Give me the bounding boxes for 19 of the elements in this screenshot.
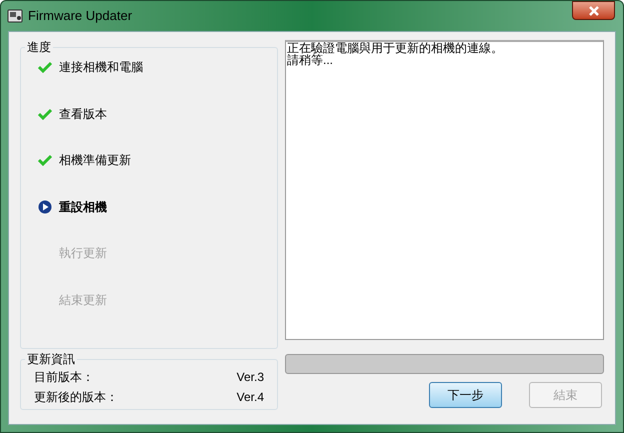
close-button[interactable] xyxy=(572,1,615,20)
info-label: 更新後的版本： xyxy=(34,390,118,404)
step-label: 相機準備更新 xyxy=(59,153,131,168)
step-label: 連接相機和電腦 xyxy=(59,60,143,74)
info-value: Ver.4 xyxy=(236,390,264,404)
step-label: 執行更新 xyxy=(59,246,107,260)
close-icon xyxy=(588,6,598,16)
info-label: 目前版本： xyxy=(34,370,94,384)
step-label: 結束更新 xyxy=(59,292,107,307)
step-label: 重設相機 xyxy=(59,200,107,214)
dialog-button[interactable]: 下一步 xyxy=(429,382,502,408)
info-value: Ver.3 xyxy=(236,370,264,384)
message-line: 請稍等... xyxy=(287,54,334,66)
step-label: 查看版本 xyxy=(59,106,107,121)
app-icon xyxy=(7,8,23,24)
window-title: Firmware Updater xyxy=(28,7,132,26)
message-line: 正在驗證電腦與用于更新的相機的連線。 xyxy=(287,42,504,54)
group-title: 更新資訊 xyxy=(25,352,77,366)
group-title: 進度 xyxy=(25,40,53,54)
